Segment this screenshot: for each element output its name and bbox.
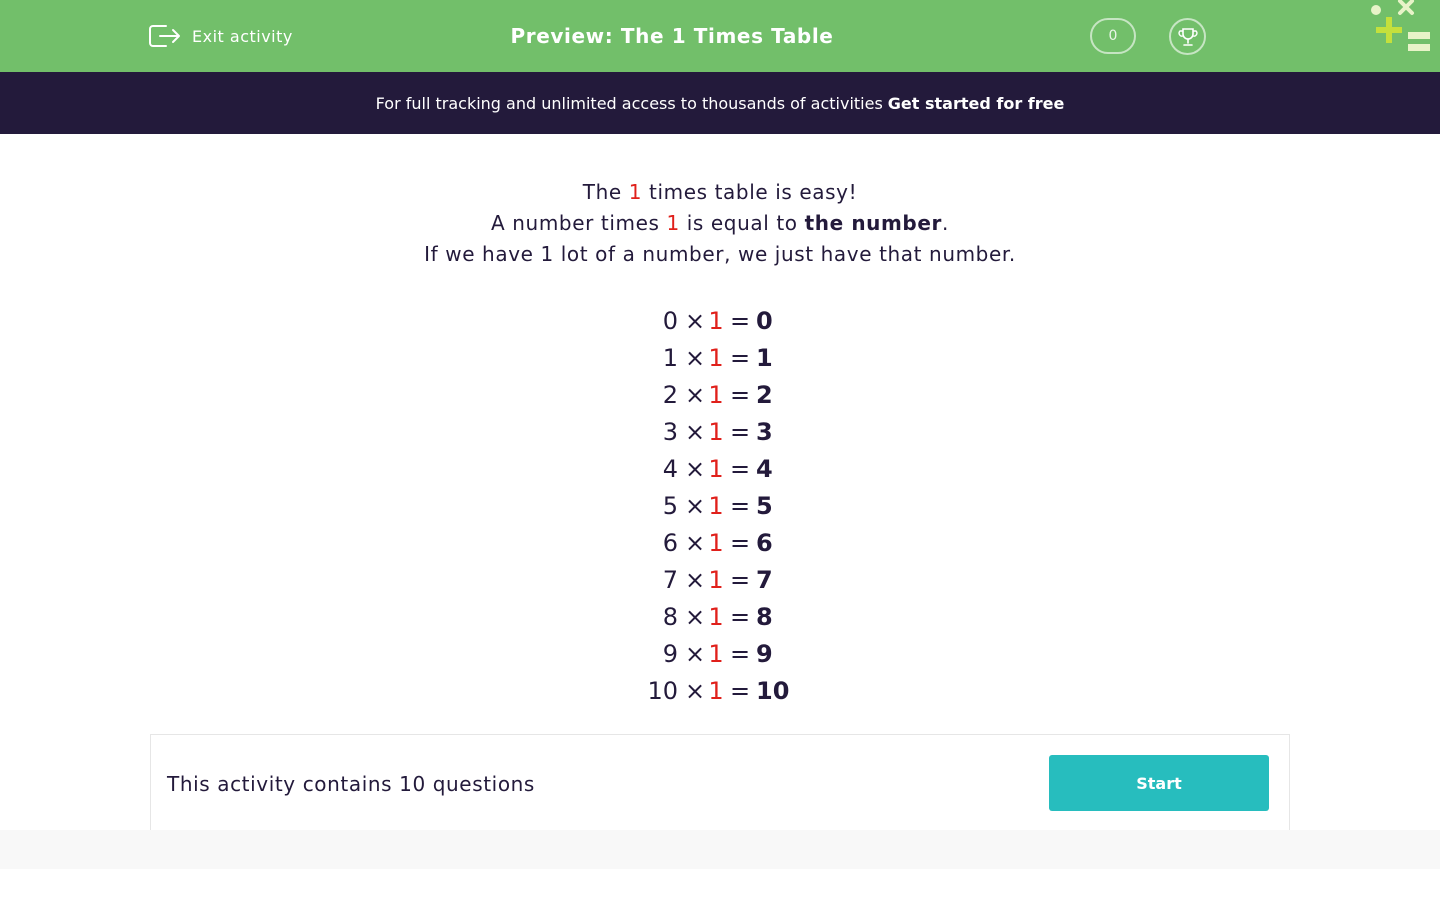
table-row-equals: = (729, 380, 751, 409)
table-row-operator: × (684, 602, 706, 631)
question-count-text: This activity contains 10 questions (167, 771, 535, 796)
table-row-equals: = (729, 565, 751, 594)
table-row-equals: = (729, 454, 751, 483)
table-row-multiplicand: 9 (662, 639, 678, 668)
trophy-button[interactable] (1169, 18, 1206, 55)
intro-line-2-post: . (941, 211, 949, 235)
table-row-result: 8 (756, 602, 773, 631)
table-row-result: 4 (756, 454, 773, 483)
table-row: 2 × 1 = 2 (0, 376, 1440, 413)
table-row-multiplier: 1 (708, 491, 724, 520)
intro-line-1-pre: The (582, 180, 622, 204)
score-counter: 0 (1090, 18, 1136, 54)
header-bar: Exit activity Preview: The 1 Times Table… (0, 0, 1440, 72)
table-row-equals: = (729, 602, 751, 631)
table-row-result: 10 (756, 676, 790, 705)
intro-line-2-highlight: 1 (666, 211, 680, 235)
logo-icon (1371, 0, 1430, 51)
table-row-result: 2 (756, 380, 773, 409)
table-row-multiplier: 1 (708, 528, 724, 557)
table-row-multiplier: 1 (708, 343, 724, 372)
table-row-multiplicand: 10 (647, 676, 678, 705)
intro-line-3: If we have 1 lot of a number, we just ha… (424, 242, 1016, 266)
table-row-multiplicand: 6 (662, 528, 678, 557)
table-row: 7 × 1 = 7 (0, 561, 1440, 598)
table-row-equals: = (729, 306, 751, 335)
footer-strip (0, 830, 1440, 869)
table-row-multiplicand: 2 (662, 380, 678, 409)
times-table: 0 × 1 = 0 1 × 1 = 1 2 × 1 = 2 3 × 1 = 3 … (0, 302, 1440, 709)
trophy-icon (1177, 27, 1198, 46)
table-row-multiplier: 1 (708, 454, 724, 483)
table-row-result: 7 (756, 565, 773, 594)
table-row-equals: = (729, 417, 751, 446)
table-row-operator: × (684, 565, 706, 594)
intro-line-1: The 1 times table is easy! (0, 177, 1440, 208)
intro-line-2-bold: the number (804, 211, 942, 235)
table-row: 10 × 1 = 10 (0, 672, 1440, 709)
table-row-multiplicand: 0 (662, 306, 678, 335)
table-row-multiplicand: 7 (662, 565, 678, 594)
table-row-multiplicand: 4 (662, 454, 678, 483)
table-row-operator: × (684, 639, 706, 668)
intro-line-2: A number times 1 is equal to the number. (0, 208, 1440, 239)
promo-banner: For full tracking and unlimited access t… (0, 72, 1440, 134)
table-row-equals: = (729, 491, 751, 520)
table-row-multiplier: 1 (708, 380, 724, 409)
table-row-multiplier: 1 (708, 417, 724, 446)
intro-line-2-mid: is equal to (686, 211, 798, 235)
table-row-result: 5 (756, 491, 773, 520)
table-row-result: 0 (756, 306, 773, 335)
table-row-multiplicand: 1 (662, 343, 678, 372)
table-row-result: 6 (756, 528, 773, 557)
table-row-result: 3 (756, 417, 773, 446)
table-row-multiplicand: 8 (662, 602, 678, 631)
table-row: 4 × 1 = 4 (0, 450, 1440, 487)
table-row-multiplicand: 5 (662, 491, 678, 520)
table-row-result: 1 (756, 343, 773, 372)
table-row-multiplier: 1 (708, 676, 724, 705)
table-row-operator: × (684, 528, 706, 557)
table-row-multiplier: 1 (708, 565, 724, 594)
table-row-operator: × (684, 676, 706, 705)
table-row: 9 × 1 = 9 (0, 635, 1440, 672)
table-row-operator: × (684, 343, 706, 372)
intro-text: The 1 times table is easy! A number time… (0, 177, 1440, 270)
intro-line-1-highlight: 1 (628, 180, 643, 204)
activity-start-panel: This activity contains 10 questions Star… (150, 734, 1290, 831)
table-row-operator: × (684, 491, 706, 520)
table-row-multiplier: 1 (708, 639, 724, 668)
table-row: 5 × 1 = 5 (0, 487, 1440, 524)
promo-banner-text: For full tracking and unlimited access t… (375, 93, 883, 113)
table-row-operator: × (684, 306, 706, 335)
table-row-multiplier: 1 (708, 602, 724, 631)
table-row-equals: = (729, 528, 751, 557)
table-row-result: 9 (756, 639, 773, 668)
table-row-operator: × (684, 454, 706, 483)
table-row-operator: × (684, 380, 706, 409)
table-row-equals: = (729, 639, 751, 668)
table-row: 1 × 1 = 1 (0, 339, 1440, 376)
table-row-equals: = (729, 343, 751, 372)
table-row-multiplier: 1 (708, 306, 724, 335)
start-button[interactable]: Start (1049, 755, 1269, 811)
page-title: Preview: The 1 Times Table (510, 24, 834, 48)
table-row: 8 × 1 = 8 (0, 598, 1440, 635)
table-row: 0 × 1 = 0 (0, 302, 1440, 339)
intro-line-1-post: times table is easy! (649, 180, 858, 204)
table-row: 6 × 1 = 6 (0, 524, 1440, 561)
intro-line-2-pre: A number times (491, 211, 660, 235)
table-row: 3 × 1 = 3 (0, 413, 1440, 450)
table-row-equals: = (729, 676, 751, 705)
table-row-multiplicand: 3 (662, 417, 678, 446)
get-started-link[interactable]: Get started for free (888, 94, 1065, 113)
table-row-operator: × (684, 417, 706, 446)
